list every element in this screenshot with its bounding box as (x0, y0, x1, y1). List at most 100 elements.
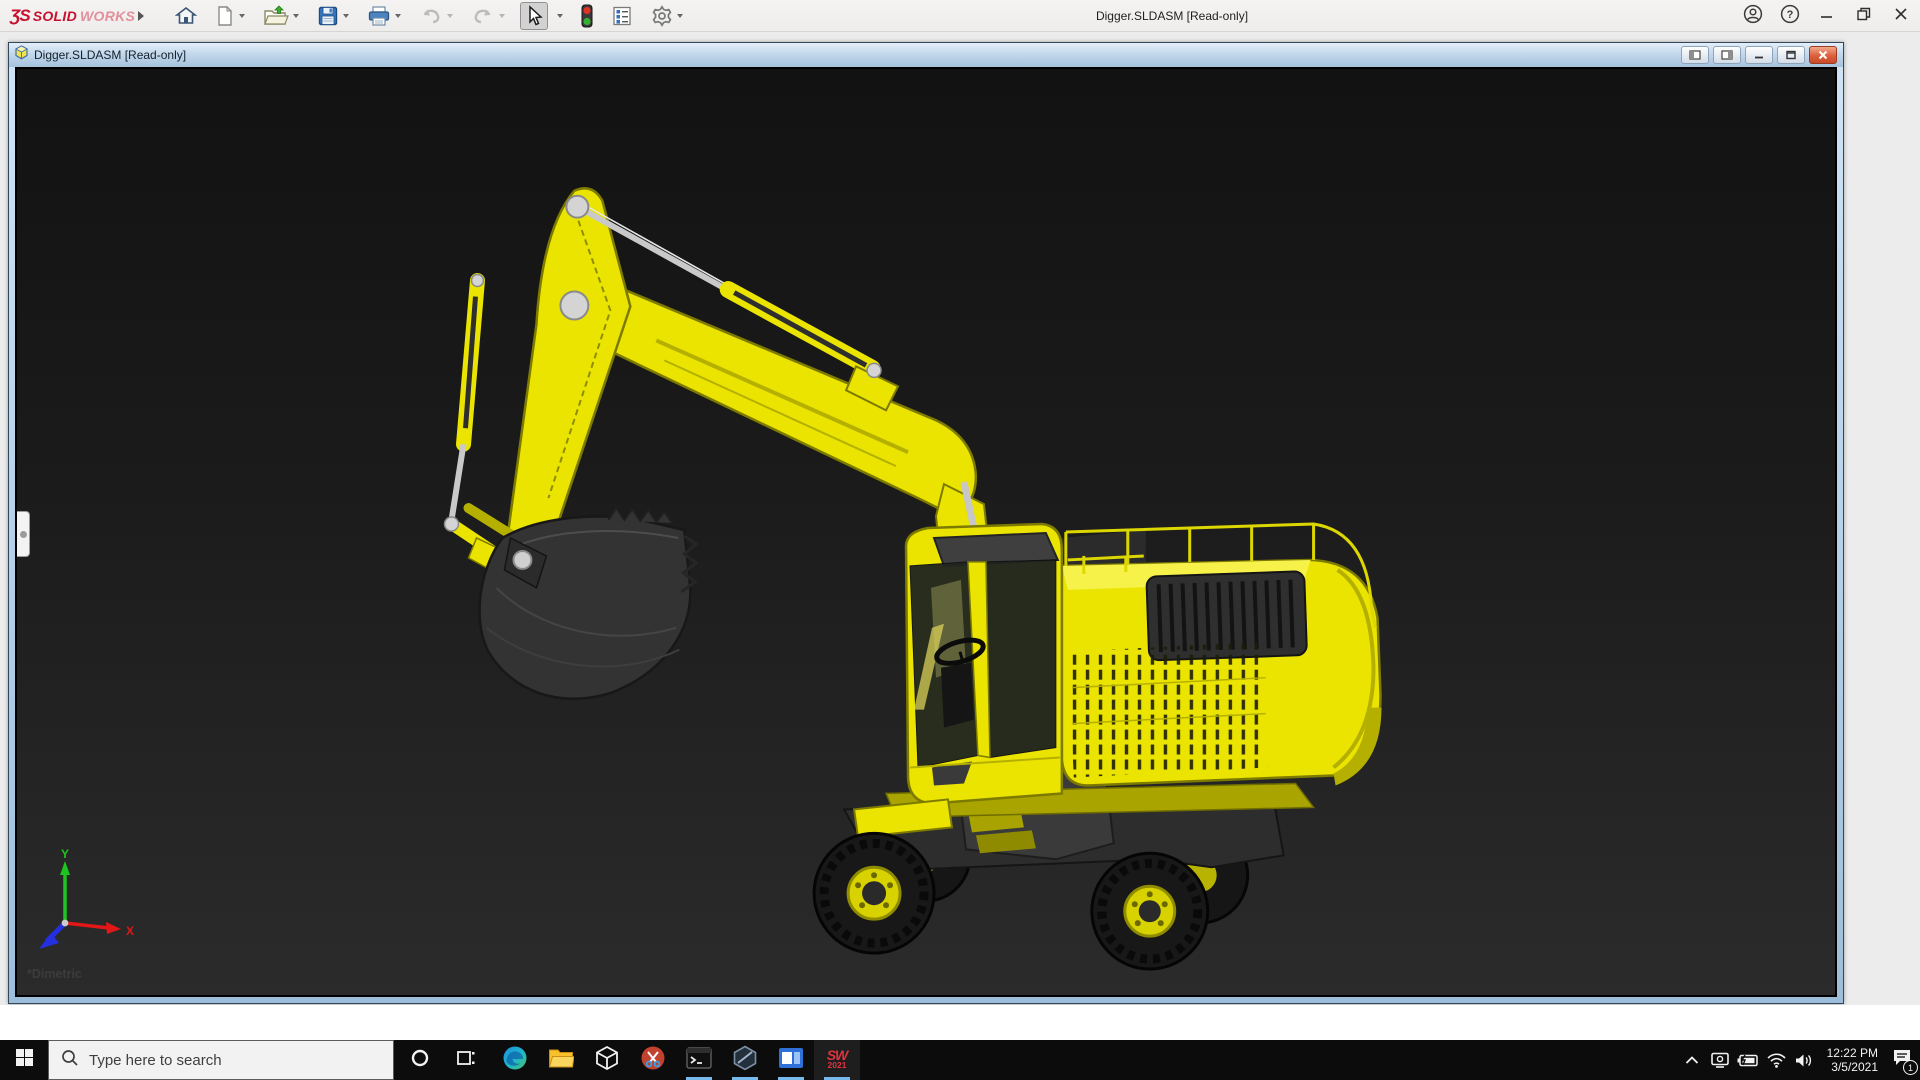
document-window: Digger.SLDASM [Read-only] (8, 42, 1844, 1004)
taskbar-search[interactable] (48, 1040, 394, 1080)
cortana-button[interactable] (397, 1040, 443, 1080)
wifi-icon[interactable] (1762, 1040, 1790, 1080)
cortana-icon (410, 1048, 430, 1073)
battery-icon[interactable] (1734, 1040, 1762, 1080)
menu-flyout-arrow-icon[interactable] (138, 11, 144, 21)
rebuild-button[interactable] (578, 2, 596, 30)
start-button[interactable] (0, 1040, 48, 1080)
document-titlebar[interactable]: Digger.SLDASM [Read-only] (9, 43, 1843, 67)
select-tool-button[interactable] (520, 2, 548, 30)
undo-button[interactable] (416, 2, 456, 30)
window-controls: ? (1742, 0, 1912, 32)
panel-grip-dot (20, 531, 27, 538)
y-axis-label: Y (61, 847, 69, 861)
help-button[interactable]: ? (1779, 5, 1801, 27)
taskbar-app-terminal[interactable] (676, 1040, 722, 1080)
properties-list-icon (611, 5, 633, 27)
pane-left-button[interactable] (1681, 46, 1709, 64)
minimize-icon (1819, 6, 1835, 27)
blue-window-app-icon (778, 1047, 804, 1074)
dassault-3ds-logo-icon: ƷS (10, 6, 30, 26)
excavator-model[interactable] (17, 69, 1835, 995)
restore-button[interactable] (1853, 5, 1875, 27)
cab (906, 524, 1062, 803)
connect-display-icon[interactable] (1706, 1040, 1734, 1080)
orientation-triad[interactable]: Y X (33, 845, 145, 977)
pane-right-button[interactable] (1713, 46, 1741, 64)
brand-solid-text: SOLID (33, 8, 77, 24)
search-input[interactable] (89, 1052, 359, 1069)
account-icon (1743, 4, 1763, 29)
open-button[interactable] (260, 2, 302, 30)
save-icon (317, 5, 339, 27)
edge-icon (502, 1045, 528, 1076)
help-icon: ? (1780, 4, 1800, 29)
select-tool-dropdown[interactable] (550, 2, 566, 30)
3d-cube-icon (595, 1045, 619, 1076)
file-explorer-icon (548, 1047, 574, 1074)
display-states-button[interactable] (608, 2, 636, 30)
tray-date: 3/5/2021 (1831, 1060, 1878, 1074)
new-document-icon (215, 5, 235, 27)
terminal-icon (686, 1046, 712, 1075)
gear-icon (651, 5, 673, 27)
taskbar-app-dev-hexagon[interactable] (722, 1040, 768, 1080)
close-button[interactable] (1890, 5, 1912, 27)
redo-button[interactable] (468, 2, 508, 30)
document-title: Digger.SLDASM [Read-only] (34, 48, 186, 62)
restore-icon (1856, 6, 1872, 27)
notification-center-button[interactable]: 1 (1884, 1040, 1920, 1080)
taskbar-clock[interactable]: 12:22 PM 3/5/2021 (1806, 1040, 1878, 1080)
taskbar-app-solidworks[interactable]: SW 2021 (814, 1040, 860, 1080)
taskbar-app-blue-window[interactable] (768, 1040, 814, 1080)
minimize-button[interactable] (1816, 5, 1838, 27)
windows-logo-icon (16, 1049, 33, 1071)
upper-body (1062, 524, 1382, 785)
app-titlebar: ƷS SOLIDWORKS (0, 0, 1920, 32)
options-dropdown[interactable] (677, 14, 683, 18)
undo-dropdown[interactable] (447, 14, 453, 18)
collapsed-panel-tab[interactable] (17, 511, 30, 557)
open-dropdown[interactable] (293, 14, 299, 18)
account-button[interactable] (1742, 5, 1764, 27)
search-icon (61, 1049, 79, 1072)
view-orientation-label: *Dimetric (27, 967, 82, 981)
hexagon-app-icon (732, 1045, 758, 1076)
redo-dropdown[interactable] (499, 14, 505, 18)
home-button[interactable] (172, 2, 200, 30)
print-dropdown[interactable] (395, 14, 401, 18)
document-window-controls (1681, 46, 1837, 64)
task-view-icon (456, 1048, 476, 1073)
scissors-snip-icon (640, 1045, 666, 1076)
brand-works-text: WORKS (80, 8, 135, 24)
options-button[interactable] (648, 2, 686, 30)
hidden-icons-chevron[interactable] (1680, 1040, 1704, 1080)
redo-icon (471, 6, 495, 26)
save-button[interactable] (314, 2, 352, 30)
x-axis-label: X (126, 924, 134, 938)
graphics-viewport[interactable]: Y X *Dimetric (15, 67, 1837, 997)
close-icon (1893, 6, 1909, 27)
print-icon (367, 5, 391, 27)
new-document-dropdown[interactable] (239, 14, 245, 18)
taskbar-app-edge[interactable] (492, 1040, 538, 1080)
notification-count-badge: 1 (1903, 1060, 1918, 1075)
svg-text:?: ? (1787, 9, 1794, 21)
document-frame: Y X *Dimetric (9, 67, 1843, 1003)
print-button[interactable] (364, 2, 404, 30)
doc-close-button[interactable] (1809, 46, 1837, 64)
save-dropdown[interactable] (343, 14, 349, 18)
doc-minimize-button[interactable] (1745, 46, 1773, 64)
solidworks-app-icon: SW 2021 (827, 1050, 848, 1070)
taskbar-app-snip[interactable] (630, 1040, 676, 1080)
taskbar-app-3d-viewer[interactable] (584, 1040, 630, 1080)
taskbar-app-file-explorer[interactable] (538, 1040, 584, 1080)
new-document-button[interactable] (212, 2, 248, 30)
doc-restore-button[interactable] (1777, 46, 1805, 64)
select-cursor-icon (524, 5, 544, 27)
assembly-document-icon (14, 45, 29, 65)
task-view-button[interactable] (443, 1040, 489, 1080)
solidworks-logo: ƷS SOLIDWORKS (10, 0, 135, 32)
app-title: Digger.SLDASM [Read-only] (1096, 9, 1248, 23)
tray-time: 12:22 PM (1827, 1046, 1878, 1060)
